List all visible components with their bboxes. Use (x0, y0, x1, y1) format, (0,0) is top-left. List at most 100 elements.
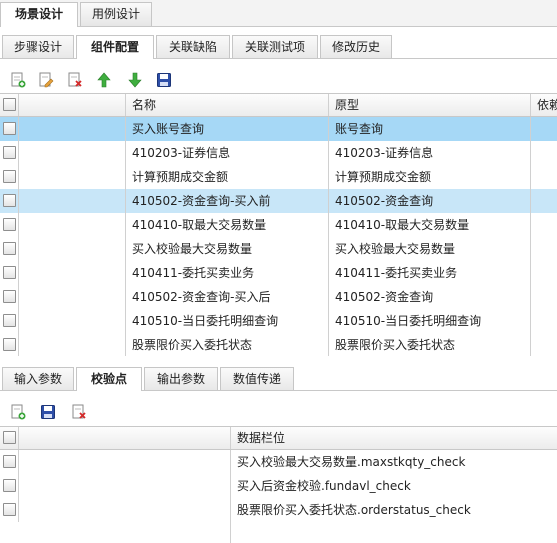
table-row[interactable]: 410510-当日委托明细查询 410510-当日委托明细查询 (0, 309, 557, 333)
row-checkbox[interactable] (3, 242, 16, 255)
component-name-cell[interactable]: 410502-资金查询-买入后 (125, 285, 328, 309)
row-checkbox[interactable] (3, 170, 16, 183)
tab-scenario-design[interactable]: 场景设计 (0, 2, 78, 27)
component-name-cell[interactable]: 410203-证券信息 (125, 141, 328, 165)
table-row[interactable]: 410502-资金查询-买入前 410502-资金查询 (0, 189, 557, 213)
tab-output-params[interactable]: 输出参数 (144, 367, 218, 390)
component-dependency-cell[interactable] (530, 285, 557, 309)
table-row[interactable]: 410411-委托买卖业务 410411-委托买卖业务 (0, 261, 557, 285)
table-row[interactable]: 410203-证券信息 410203-证券信息 (0, 141, 557, 165)
move-up-icon[interactable] (96, 72, 112, 88)
row-checkbox-cell[interactable] (0, 189, 18, 213)
check-row-checkbox-cell[interactable] (0, 474, 18, 498)
row-checkbox[interactable] (3, 290, 16, 303)
save-icon[interactable] (40, 404, 56, 420)
component-prototype-cell[interactable]: 410510-当日委托明细查询 (328, 309, 530, 333)
component-name-cell[interactable]: 410411-委托买卖业务 (125, 261, 328, 285)
row-checkbox-cell[interactable] (0, 141, 18, 165)
component-dependency-cell[interactable] (530, 165, 557, 189)
component-dependency-cell[interactable] (530, 117, 557, 141)
component-dependency-cell[interactable] (530, 141, 557, 165)
component-name-cell[interactable]: 410510-当日委托明细查询 (125, 309, 328, 333)
tab-step-design[interactable]: 步骤设计 (2, 35, 74, 58)
edit-icon[interactable] (38, 72, 54, 88)
component-name-cell[interactable]: 410502-资金查询-买入前 (125, 189, 328, 213)
tab-related-defects[interactable]: 关联缺陷 (156, 35, 230, 58)
component-dependency-cell[interactable] (530, 189, 557, 213)
row-checkbox-cell[interactable] (0, 237, 18, 261)
select-all-checkbox-cell[interactable] (0, 94, 18, 116)
table-row[interactable]: 买入账号查询 账号查询 (0, 117, 557, 141)
data-field-column-header[interactable]: 数据栏位 (230, 427, 557, 449)
component-name-cell[interactable]: 买入账号查询 (125, 117, 328, 141)
row-checkbox-cell[interactable] (0, 165, 18, 189)
row-checkbox-cell[interactable] (0, 261, 18, 285)
check-select-all-checkbox[interactable] (3, 431, 16, 444)
component-dependency-cell[interactable] (530, 333, 557, 356)
check-row-checkbox-cell[interactable] (0, 450, 18, 474)
row-checkbox-cell[interactable] (0, 309, 18, 333)
component-prototype-cell[interactable]: 股票限价买入委托状态 (328, 333, 530, 356)
component-dependency-cell[interactable] (530, 309, 557, 333)
list-item[interactable]: 买入校验最大交易数量.maxstkqty_check (0, 450, 557, 474)
name-column-header[interactable]: 名称 (125, 94, 328, 116)
component-name-cell[interactable]: 股票限价买入委托状态 (125, 333, 328, 356)
check-row-checkbox-cell[interactable] (0, 498, 18, 522)
component-prototype-cell[interactable]: 账号查询 (328, 117, 530, 141)
table-row[interactable]: 股票限价买入委托状态 股票限价买入委托状态 (0, 333, 557, 356)
table-row[interactable]: 410410-取最大交易数量 410410-取最大交易数量 (0, 213, 557, 237)
row-checkbox[interactable] (3, 338, 16, 351)
tab-component-config[interactable]: 组件配置 (76, 35, 154, 59)
move-down-icon[interactable] (127, 72, 143, 88)
data-field-cell[interactable]: 买入后资金校验.fundavl_check (230, 474, 557, 498)
check-row-checkbox[interactable] (3, 503, 16, 516)
component-name-cell[interactable]: 买入校验最大交易数量 (125, 237, 328, 261)
select-all-checkbox[interactable] (3, 98, 16, 111)
save-icon[interactable] (156, 72, 172, 88)
row-checkbox[interactable] (3, 146, 16, 159)
tab-related-test-items[interactable]: 关联测试项 (232, 35, 318, 58)
delete-icon[interactable] (71, 404, 87, 420)
component-prototype-cell[interactable]: 计算预期成交金额 (328, 165, 530, 189)
table-row[interactable]: 买入校验最大交易数量 买入校验最大交易数量 (0, 237, 557, 261)
component-prototype-cell[interactable]: 410203-证券信息 (328, 141, 530, 165)
component-dependency-cell[interactable] (530, 237, 557, 261)
row-checkbox[interactable] (3, 122, 16, 135)
table-row[interactable]: 410502-资金查询-买入后 410502-资金查询 (0, 285, 557, 309)
tab-input-params[interactable]: 输入参数 (2, 367, 74, 390)
component-name-cell[interactable]: 410410-取最大交易数量 (125, 213, 328, 237)
list-item[interactable]: 买入后资金校验.fundavl_check (0, 474, 557, 498)
component-name-cell[interactable]: 计算预期成交金额 (125, 165, 328, 189)
list-item[interactable]: 股票限价买入委托状态.orderstatus_check (0, 498, 557, 522)
component-prototype-cell[interactable]: 410411-委托买卖业务 (328, 261, 530, 285)
dependency-column-header[interactable]: 依赖 (530, 94, 557, 116)
row-checkbox-cell[interactable] (0, 333, 18, 356)
component-prototype-cell[interactable]: 410502-资金查询 (328, 285, 530, 309)
row-checkbox[interactable] (3, 218, 16, 231)
component-prototype-cell[interactable]: 410410-取最大交易数量 (328, 213, 530, 237)
tab-case-design[interactable]: 用例设计 (80, 2, 152, 26)
component-dependency-cell[interactable] (530, 213, 557, 237)
check-row-checkbox[interactable] (3, 455, 16, 468)
check-row-checkbox[interactable] (3, 479, 16, 492)
add-icon[interactable] (10, 72, 26, 88)
row-checkbox-cell[interactable] (0, 213, 18, 237)
data-field-cell[interactable]: 股票限价买入委托状态.orderstatus_check (230, 498, 557, 522)
tab-checkpoints[interactable]: 校验点 (76, 367, 142, 391)
row-checkbox-cell[interactable] (0, 285, 18, 309)
table-row[interactable]: 计算预期成交金额 计算预期成交金额 (0, 165, 557, 189)
component-prototype-cell[interactable]: 买入校验最大交易数量 (328, 237, 530, 261)
delete-icon[interactable] (67, 72, 83, 88)
row-checkbox[interactable] (3, 314, 16, 327)
add-icon[interactable] (10, 404, 26, 420)
check-select-all-cell[interactable] (0, 427, 18, 449)
tab-modify-history[interactable]: 修改历史 (320, 35, 392, 58)
tab-value-transfer[interactable]: 数值传递 (220, 367, 294, 390)
row-checkbox[interactable] (3, 266, 16, 279)
row-checkbox[interactable] (3, 194, 16, 207)
prototype-column-header[interactable]: 原型 (328, 94, 530, 116)
component-dependency-cell[interactable] (530, 261, 557, 285)
row-checkbox-cell[interactable] (0, 117, 18, 141)
component-prototype-cell[interactable]: 410502-资金查询 (328, 189, 530, 213)
data-field-cell[interactable]: 买入校验最大交易数量.maxstkqty_check (230, 450, 557, 474)
